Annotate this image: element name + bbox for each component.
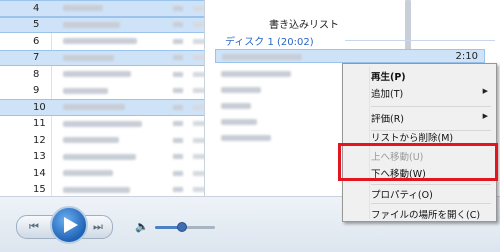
disc-label: ディスク 1 (20:02) [225,37,314,48]
track-field-obscured [173,170,183,176]
track-title-obscured [63,71,131,78]
track-row[interactable]: 10 [0,99,210,116]
track-field-obscured [173,55,183,61]
track-title-obscured [63,104,125,111]
play-icon [63,217,78,233]
track-number: 10 [33,101,46,113]
menu-item-add[interactable]: 追加(T) ▶ [345,84,494,101]
track-number: 6 [33,35,40,47]
menu-separator [371,203,491,204]
track-title-obscured [63,153,136,160]
track-name-obscured [222,54,302,60]
track-title-obscured [63,120,142,127]
track-row[interactable]: 15 [0,182,210,197]
triangle-right-icon: ▶ [482,87,488,95]
triangle-right-icon: ▶ [482,112,488,120]
volume-slider[interactable] [155,222,215,232]
track-row[interactable]: 11 [0,116,210,133]
track-row[interactable]: 13 [0,149,210,166]
track-field-obscured [173,5,183,11]
menu-item-open-location[interactable]: ファイルの場所を開く(C) [345,205,494,222]
track-number: 13 [33,151,46,163]
volume-knob[interactable] [177,222,187,232]
track-title-obscured [63,186,130,193]
speaker-icon[interactable]: 🔈 [135,220,149,233]
track-row[interactable]: 4 [0,0,210,17]
track-number: 4 [33,2,40,14]
track-field-obscured [173,71,183,77]
track-field-obscured [173,154,183,160]
track-number: 14 [33,167,46,179]
track-number: 5 [33,19,40,31]
track-duration: 2:10 [455,51,478,62]
track-number: 15 [33,184,46,196]
track-number: 11 [33,118,46,130]
track-number: 7 [33,52,40,64]
menu-item-rating[interactable]: 評価(R) ▶ [345,109,494,126]
track-title-obscured [63,87,108,94]
track-field-obscured [173,121,183,127]
track-row[interactable]: 14 [0,165,210,182]
track-row[interactable]: 12 [0,132,210,149]
next-icon[interactable]: ⏭ [93,220,103,234]
track-field-obscured [173,187,183,193]
menu-item-play[interactable]: 再生(P) [345,67,494,84]
track-field-obscured [173,104,183,110]
track-title-obscured [63,137,119,144]
track-number: 12 [33,134,46,146]
track-field-obscured [173,22,183,28]
track-title-obscured [63,5,103,12]
track-row[interactable]: 5 [0,16,210,33]
menu-item-properties[interactable]: プロパティ(O) [345,185,494,202]
track-title-obscured [63,54,114,61]
track-field-obscured [173,137,183,143]
track-row[interactable]: 8 [0,66,210,83]
track-field-obscured [173,88,183,94]
track-row[interactable]: 7 [0,49,210,66]
track-list[interactable]: 4 5 6 7 8 9 10 11 12 13 14 15 [0,0,211,196]
track-number: 9 [33,85,40,97]
track-row[interactable]: 9 [0,83,210,100]
track-row[interactable]: 6 [0,33,210,50]
disc-separator [345,40,495,41]
track-number: 8 [33,68,40,80]
track-title-obscured [63,170,113,177]
track-title-obscured [63,38,137,45]
highlight-annotation [338,143,498,181]
track-title-obscured [63,21,120,28]
previous-icon[interactable]: ⏮ [29,220,39,234]
play-button[interactable] [50,206,88,244]
burn-list-header: 書き込みリスト [269,20,339,31]
burn-list-item-selected[interactable]: 2:10 [215,49,485,63]
menu-separator [371,106,491,107]
track-field-obscured [173,38,183,44]
